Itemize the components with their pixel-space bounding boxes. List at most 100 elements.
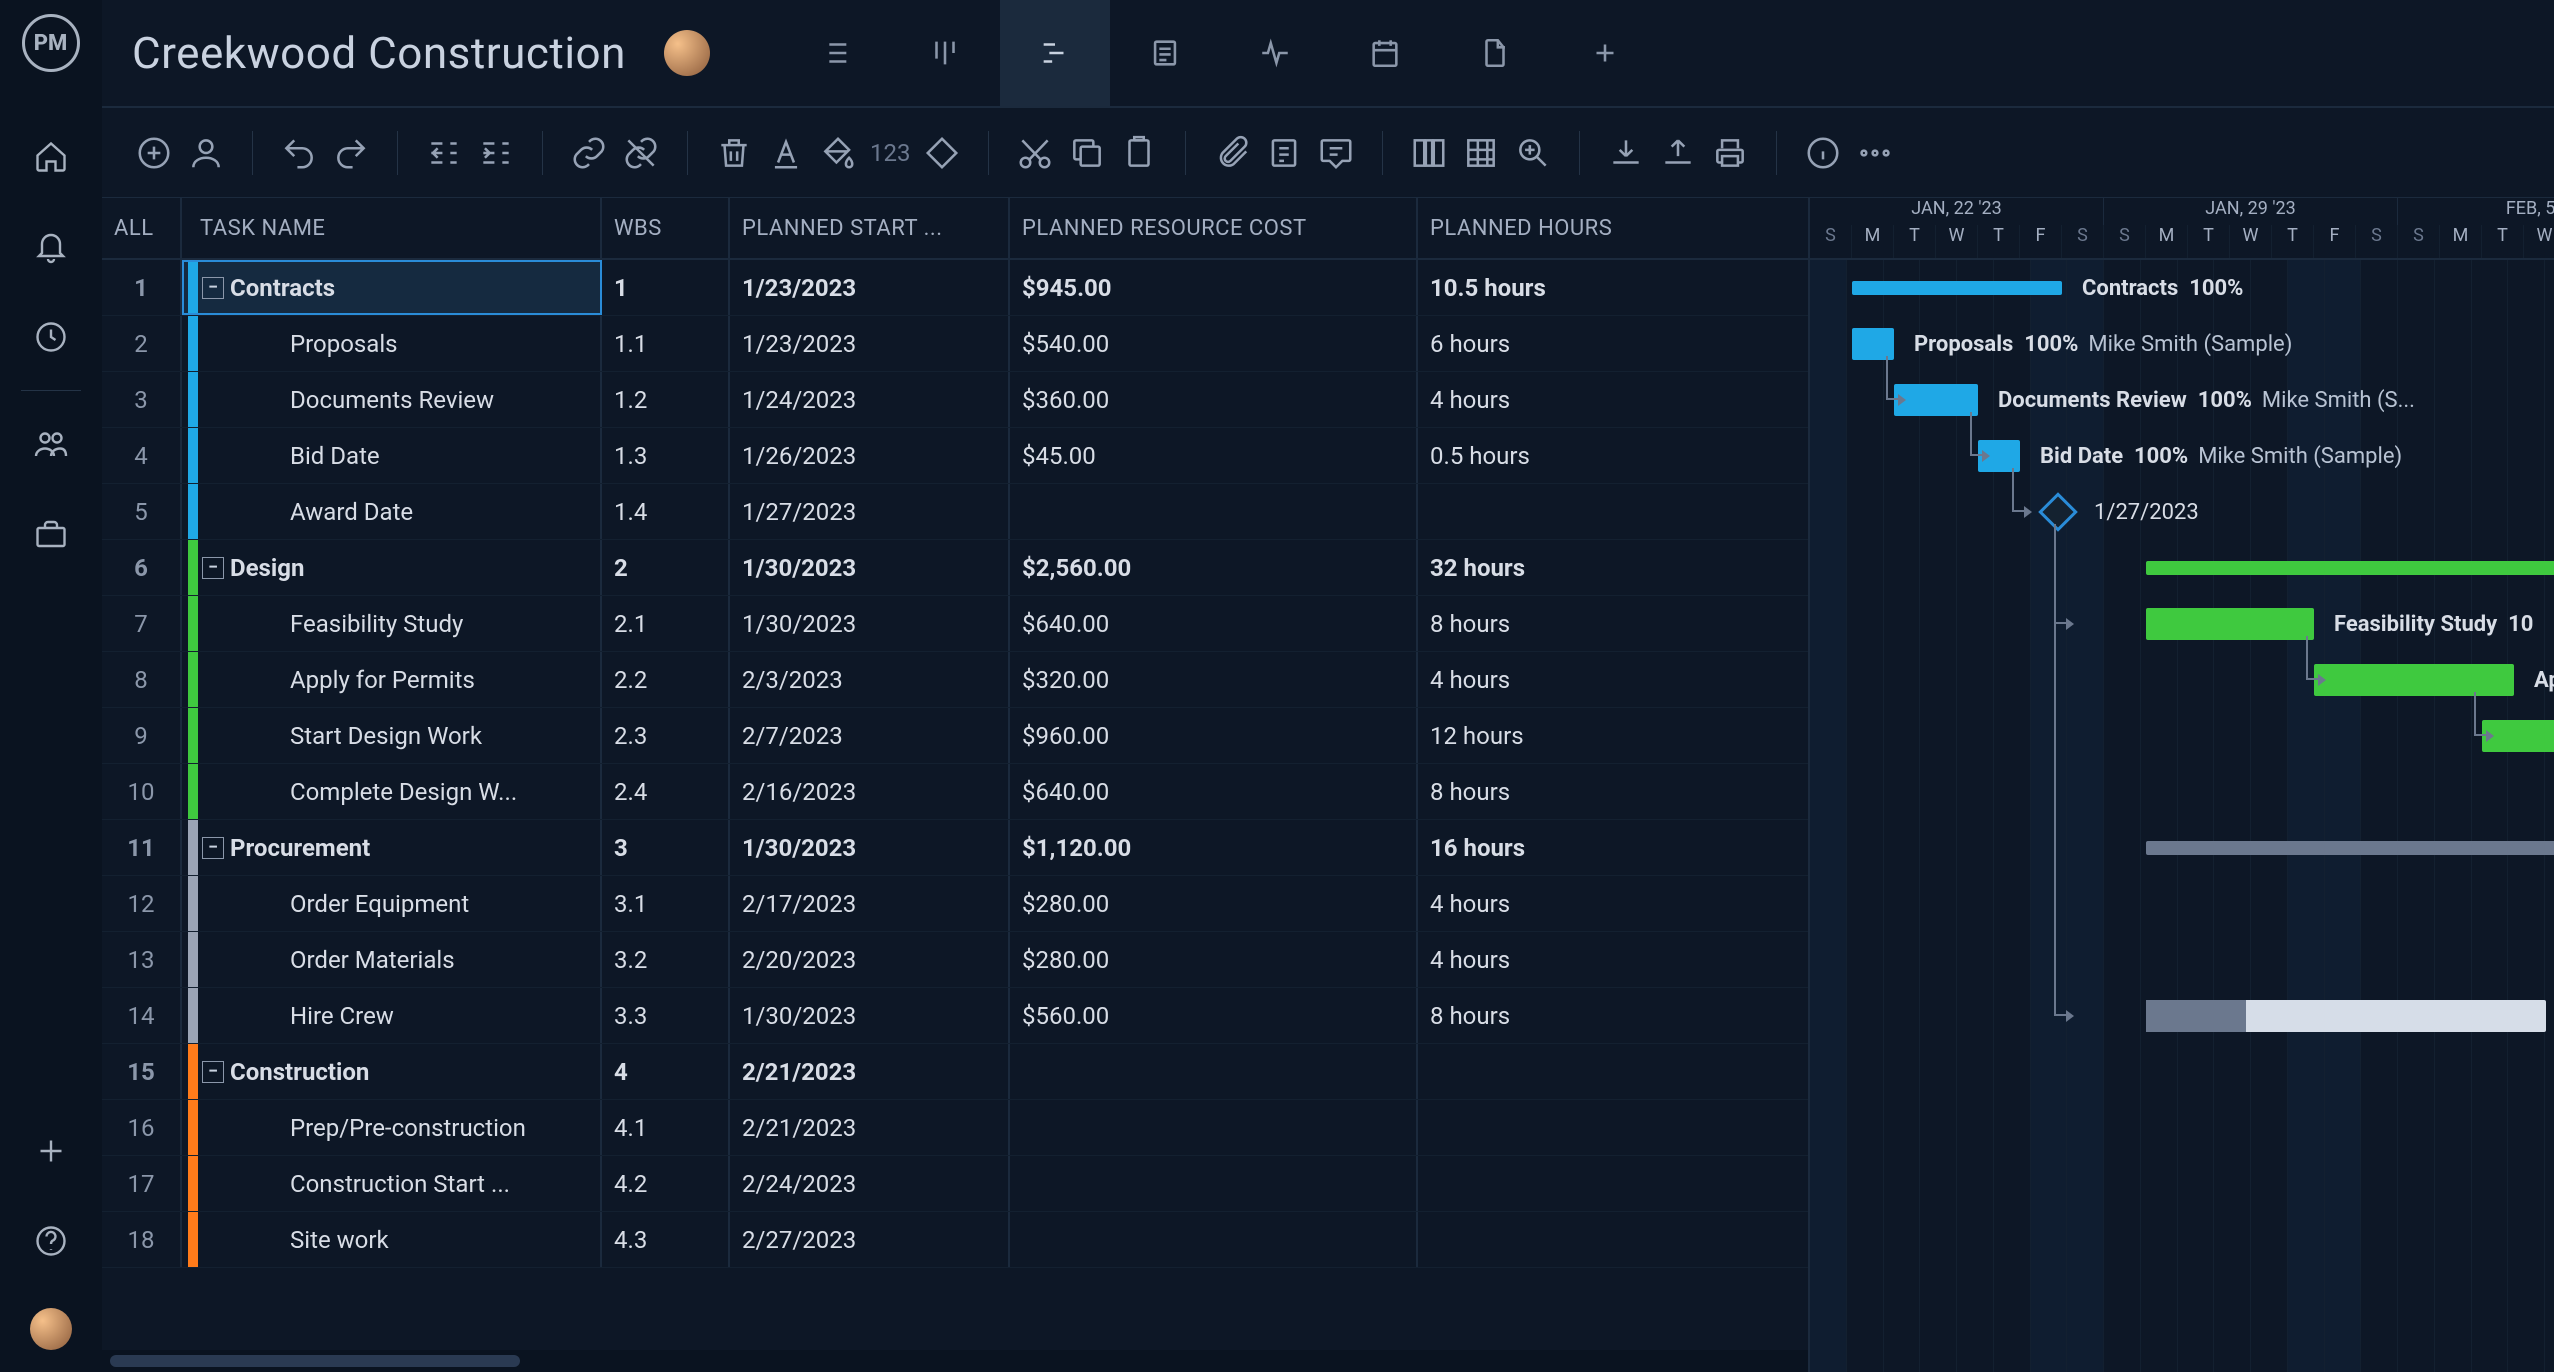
home-icon[interactable] bbox=[32, 138, 70, 176]
toolbar-number[interactable]: 123 bbox=[866, 139, 914, 167]
cost-cell[interactable]: $320.00 bbox=[1010, 652, 1418, 707]
task-row[interactable]: 17Construction Start ...4.22/24/2023 bbox=[102, 1156, 1808, 1212]
zoom-icon[interactable] bbox=[1509, 129, 1557, 177]
collapse-toggle[interactable]: − bbox=[202, 837, 224, 859]
cost-cell[interactable]: $280.00 bbox=[1010, 876, 1418, 931]
cut-icon[interactable] bbox=[1011, 129, 1059, 177]
gantt-body[interactable]: Contracts 100%Proposals 100%Mike Smith (… bbox=[1810, 260, 2554, 1372]
hours-cell[interactable]: 6 hours bbox=[1418, 316, 1808, 371]
task-name-cell[interactable]: Feasibility Study bbox=[182, 596, 602, 651]
row-number[interactable]: 13 bbox=[102, 932, 182, 987]
task-name-cell[interactable]: Award Date bbox=[182, 484, 602, 539]
hours-cell[interactable] bbox=[1418, 1044, 1808, 1099]
task-name-cell[interactable]: −Contracts bbox=[182, 260, 602, 315]
fill-icon[interactable] bbox=[814, 129, 862, 177]
people-icon[interactable] bbox=[32, 425, 70, 463]
briefcase-icon[interactable] bbox=[32, 515, 70, 553]
row-number[interactable]: 5 bbox=[102, 484, 182, 539]
view-calendar-icon[interactable] bbox=[1330, 0, 1440, 107]
task-row[interactable]: 9Start Design Work2.32/7/2023$960.0012 h… bbox=[102, 708, 1808, 764]
col-header-hours[interactable]: PLANNED HOURS bbox=[1418, 198, 1808, 258]
hours-cell[interactable]: 12 hours bbox=[1418, 708, 1808, 763]
gantt-task-bar[interactable] bbox=[2146, 1000, 2546, 1032]
cost-cell[interactable]: $280.00 bbox=[1010, 932, 1418, 987]
help-icon[interactable] bbox=[32, 1222, 70, 1260]
task-row[interactable]: 14Hire Crew3.31/30/2023$560.008 hours bbox=[102, 988, 1808, 1044]
task-row[interactable]: 15−Construction42/21/2023 bbox=[102, 1044, 1808, 1100]
wbs-cell[interactable]: 2.4 bbox=[602, 764, 730, 819]
view-activity-icon[interactable] bbox=[1220, 0, 1330, 107]
user-avatar[interactable] bbox=[30, 1308, 72, 1350]
hours-cell[interactable] bbox=[1418, 484, 1808, 539]
start-date-cell[interactable]: 1/30/2023 bbox=[730, 988, 1010, 1043]
row-number[interactable]: 17 bbox=[102, 1156, 182, 1211]
view-board-icon[interactable] bbox=[890, 0, 1000, 107]
task-name-cell[interactable]: −Procurement bbox=[182, 820, 602, 875]
collapse-toggle[interactable]: − bbox=[202, 277, 224, 299]
wbs-cell[interactable]: 3 bbox=[602, 820, 730, 875]
start-date-cell[interactable]: 2/17/2023 bbox=[730, 876, 1010, 931]
hours-cell[interactable]: 4 hours bbox=[1418, 876, 1808, 931]
view-sheet-icon[interactable] bbox=[1110, 0, 1220, 107]
collapse-toggle[interactable]: − bbox=[202, 1061, 224, 1083]
gantt-summary-bar[interactable] bbox=[1852, 281, 2062, 295]
wbs-cell[interactable]: 1.2 bbox=[602, 372, 730, 427]
more-icon[interactable] bbox=[1851, 129, 1899, 177]
outdent-icon[interactable] bbox=[420, 129, 468, 177]
task-row[interactable]: 13Order Materials3.22/20/2023$280.004 ho… bbox=[102, 932, 1808, 988]
start-date-cell[interactable]: 2/21/2023 bbox=[730, 1100, 1010, 1155]
task-name-cell[interactable]: Complete Design W... bbox=[182, 764, 602, 819]
start-date-cell[interactable]: 2/7/2023 bbox=[730, 708, 1010, 763]
row-number[interactable]: 6 bbox=[102, 540, 182, 595]
wbs-cell[interactable]: 2.1 bbox=[602, 596, 730, 651]
task-name-cell[interactable]: Prep/Pre-construction bbox=[182, 1100, 602, 1155]
hours-cell[interactable]: 4 hours bbox=[1418, 932, 1808, 987]
paste-icon[interactable] bbox=[1115, 129, 1163, 177]
start-date-cell[interactable]: 2/20/2023 bbox=[730, 932, 1010, 987]
view-file-icon[interactable] bbox=[1440, 0, 1550, 107]
task-row[interactable]: 2Proposals1.11/23/2023$540.006 hours bbox=[102, 316, 1808, 372]
row-number[interactable]: 3 bbox=[102, 372, 182, 427]
download-icon[interactable] bbox=[1602, 129, 1650, 177]
hours-cell[interactable]: 10.5 hours bbox=[1418, 260, 1808, 315]
row-number[interactable]: 11 bbox=[102, 820, 182, 875]
start-date-cell[interactable]: 1/30/2023 bbox=[730, 820, 1010, 875]
row-number[interactable]: 12 bbox=[102, 876, 182, 931]
comment-icon[interactable] bbox=[1312, 129, 1360, 177]
task-name-cell[interactable]: Hire Crew bbox=[182, 988, 602, 1043]
wbs-cell[interactable]: 1 bbox=[602, 260, 730, 315]
col-header-wbs[interactable]: WBS bbox=[602, 198, 730, 258]
task-name-cell[interactable]: −Design bbox=[182, 540, 602, 595]
cost-cell[interactable]: $960.00 bbox=[1010, 708, 1418, 763]
task-name-cell[interactable]: Start Design Work bbox=[182, 708, 602, 763]
gantt-task-bar[interactable] bbox=[1894, 384, 1978, 416]
task-row[interactable]: 16Prep/Pre-construction4.12/21/2023 bbox=[102, 1100, 1808, 1156]
task-row[interactable]: 3Documents Review1.21/24/2023$360.004 ho… bbox=[102, 372, 1808, 428]
bell-icon[interactable] bbox=[32, 228, 70, 266]
row-number[interactable]: 16 bbox=[102, 1100, 182, 1155]
row-number[interactable]: 2 bbox=[102, 316, 182, 371]
start-date-cell[interactable]: 1/27/2023 bbox=[730, 484, 1010, 539]
copy-icon[interactable] bbox=[1063, 129, 1111, 177]
start-date-cell[interactable]: 1/30/2023 bbox=[730, 540, 1010, 595]
project-avatar[interactable] bbox=[664, 30, 710, 76]
hours-cell[interactable] bbox=[1418, 1100, 1808, 1155]
start-date-cell[interactable]: 2/27/2023 bbox=[730, 1212, 1010, 1267]
wbs-cell[interactable]: 3.2 bbox=[602, 932, 730, 987]
gantt-summary-bar[interactable] bbox=[2146, 841, 2554, 855]
task-row[interactable]: 4Bid Date1.31/26/2023$45.000.5 hours bbox=[102, 428, 1808, 484]
task-row[interactable]: 8Apply for Permits2.22/3/2023$320.004 ho… bbox=[102, 652, 1808, 708]
gantt-summary-bar[interactable] bbox=[2146, 561, 2554, 575]
task-row[interactable]: 1−Contracts11/23/2023$945.0010.5 hours bbox=[102, 260, 1808, 316]
cost-cell[interactable] bbox=[1010, 484, 1418, 539]
plus-icon[interactable] bbox=[32, 1132, 70, 1170]
wbs-cell[interactable]: 3.1 bbox=[602, 876, 730, 931]
cost-cell[interactable]: $1,120.00 bbox=[1010, 820, 1418, 875]
columns-icon[interactable] bbox=[1405, 129, 1453, 177]
task-row[interactable]: 7Feasibility Study2.11/30/2023$640.008 h… bbox=[102, 596, 1808, 652]
row-number[interactable]: 9 bbox=[102, 708, 182, 763]
attach-icon[interactable] bbox=[1208, 129, 1256, 177]
row-number[interactable]: 14 bbox=[102, 988, 182, 1043]
view-gantt-icon[interactable] bbox=[1000, 0, 1110, 107]
view-add-icon[interactable] bbox=[1550, 0, 1660, 107]
